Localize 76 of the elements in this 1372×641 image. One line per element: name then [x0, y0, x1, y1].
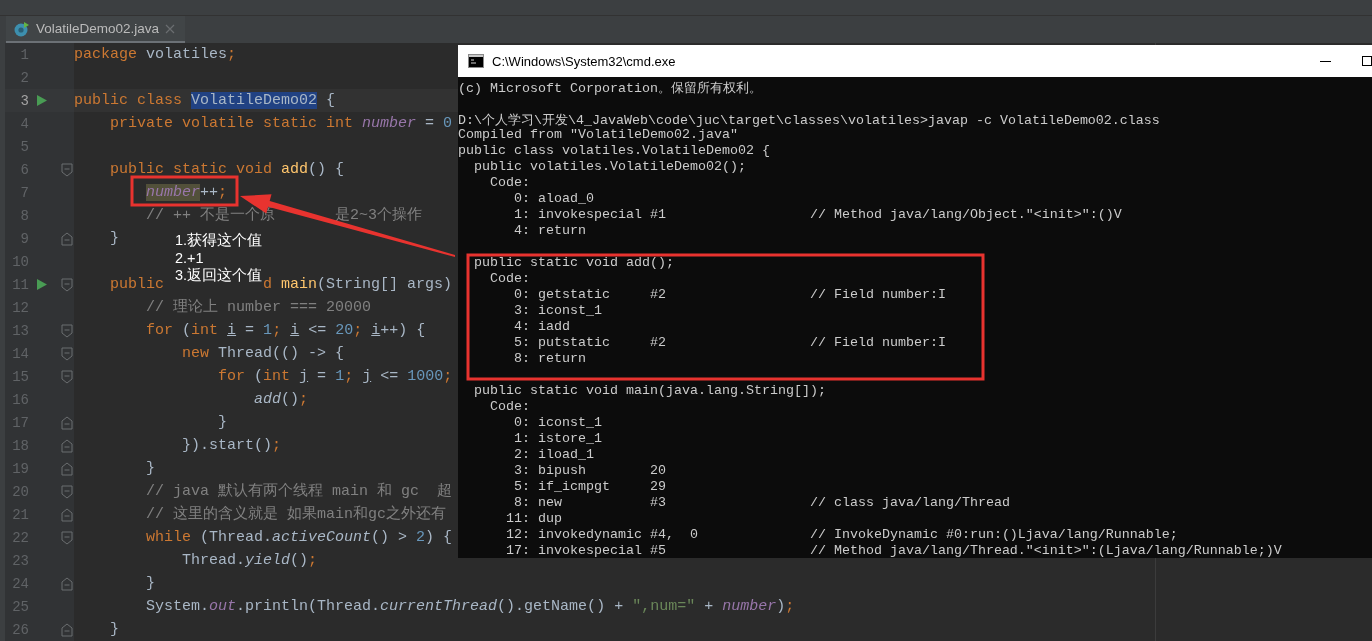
code-line: // 理论上 number === 20000: [145, 297, 372, 318]
code-line: Thread.yield();: [181, 551, 318, 571]
console-line: Code:: [489, 271, 531, 287]
code-fragment: 是2~3个操作: [335, 207, 423, 224]
fold-icon[interactable]: [61, 530, 73, 545]
maximize-icon[interactable]: [1362, 56, 1372, 66]
fold-icon[interactable]: [61, 484, 73, 499]
console-line: 0: aload_0: [513, 191, 595, 207]
console-line: Code:: [489, 175, 531, 191]
code-line: private volatile static int number = 0: [109, 114, 453, 134]
annotation-text: 1.获得这个值: [175, 231, 263, 250]
console-line: 3: bipush 20: [513, 463, 667, 479]
code-fragment: d main(String[] args): [263, 276, 453, 293]
fold-icon[interactable]: [61, 162, 73, 177]
close-icon[interactable]: [165, 23, 176, 34]
fold-icon[interactable]: [61, 461, 73, 476]
console-line: 4: return: [513, 223, 587, 239]
terminal-icon: [468, 54, 484, 68]
console-line: public static void add();: [473, 255, 675, 271]
code-line: public class VolatileDemo02 {: [74, 91, 336, 111]
annotation-text: 2.+1: [175, 250, 204, 266]
console-line: 17: invokespecial #5 // Method java/lang/Thread."<init>":(Ljava/lang/Runnable;)V: [505, 543, 1283, 558]
annotation-text: 3.返回这个值: [175, 266, 263, 285]
code-line: package volatiles;: [74, 45, 237, 65]
code-line: }: [109, 229, 120, 249]
console-line: (c) Microsoft Corporation。保留所有权利。: [458, 80, 763, 95]
console-line: 8: return: [513, 351, 587, 367]
code-line: for (int j = 1; j <= 1000;: [217, 367, 453, 387]
console-line: 11: dup: [505, 511, 563, 527]
console-line: Compiled from "VolatileDemo02.java": [458, 127, 739, 143]
console-line: 1: istore_1: [513, 431, 603, 447]
code-line: // 这里的含义就是 如果main和gc之外还有: [145, 504, 447, 525]
window-title: C:\Windows\System32\cmd.exe: [492, 53, 677, 69]
fold-icon[interactable]: [61, 415, 73, 430]
fold-icon[interactable]: [61, 507, 73, 522]
code-fragment: public: [110, 276, 165, 293]
code-line: }: [217, 413, 228, 433]
code-line: public static void add() {: [109, 160, 345, 180]
console-line: Code:: [489, 399, 531, 415]
line-number: 3: [19, 92, 29, 109]
console-line: public static void main(java.lang.String[]);: [473, 383, 827, 399]
fold-icon[interactable]: [61, 622, 73, 637]
fold-icon[interactable]: [61, 277, 73, 292]
console-line: public class volatiles.VolatileDemo02 {: [458, 143, 771, 159]
editor-tab[interactable]: VolatileDemo02.java: [6, 16, 186, 44]
console-line: 2: iload_1: [513, 447, 595, 463]
class-icon: [14, 20, 30, 37]
code-line: }: [145, 574, 156, 594]
console-line: 0: getstatic #2 // Field number:I: [513, 287, 947, 303]
console-line: 0: iconst_1: [513, 415, 603, 431]
console-line: 1: invokespecial #1 // Method java/lang/Object."<init>":()V: [513, 207, 1123, 223]
code-line: new Thread(() -> {: [181, 344, 345, 364]
fold-icon[interactable]: [61, 576, 73, 591]
fold-icon[interactable]: [61, 323, 73, 338]
console-line: 5: putstatic #2 // Field number:I: [513, 335, 947, 351]
fold-icon[interactable]: [61, 231, 73, 246]
code-line: // java 默认有两个线程 main 和 gc 超: [145, 481, 453, 502]
console-line: 12: invokedynamic #4, 0 // InvokeDynamic #0:run:()Ljava/lang/Runnable;: [505, 527, 1179, 543]
run-icon[interactable]: [36, 278, 48, 291]
run-icon[interactable]: [36, 94, 48, 107]
fold-icon[interactable]: [61, 346, 73, 361]
console-line: 3: iconst_1: [513, 303, 603, 319]
console-line: 5: if_icmpgt 29: [513, 479, 667, 495]
code-line: System.out.println(Thread.currentThread().getName() + ",num=" + number);: [145, 597, 795, 617]
console-line: 8: new #3 // class java/lang/Thread: [513, 495, 1011, 511]
console-line: D:\个人学习\开发\4_JavaWeb\code\juc\target\classes\volatiles>javap -c VolatileDemo02.class: [458, 112, 1161, 127]
code-line: }: [145, 459, 156, 479]
fold-icon[interactable]: [61, 438, 73, 453]
code-line: }).start();: [181, 436, 282, 456]
console-line: public volatiles.VolatileDemo02();: [473, 159, 747, 175]
code-line: for (int i = 1; i <= 20; i++) {: [145, 321, 426, 341]
console-line: 4: iadd: [513, 319, 571, 335]
code-line: while (Thread.activeCount() > 2) {: [145, 528, 453, 548]
code-line: add();: [253, 390, 309, 410]
code-line: }: [109, 620, 120, 640]
fold-icon[interactable]: [61, 369, 73, 384]
